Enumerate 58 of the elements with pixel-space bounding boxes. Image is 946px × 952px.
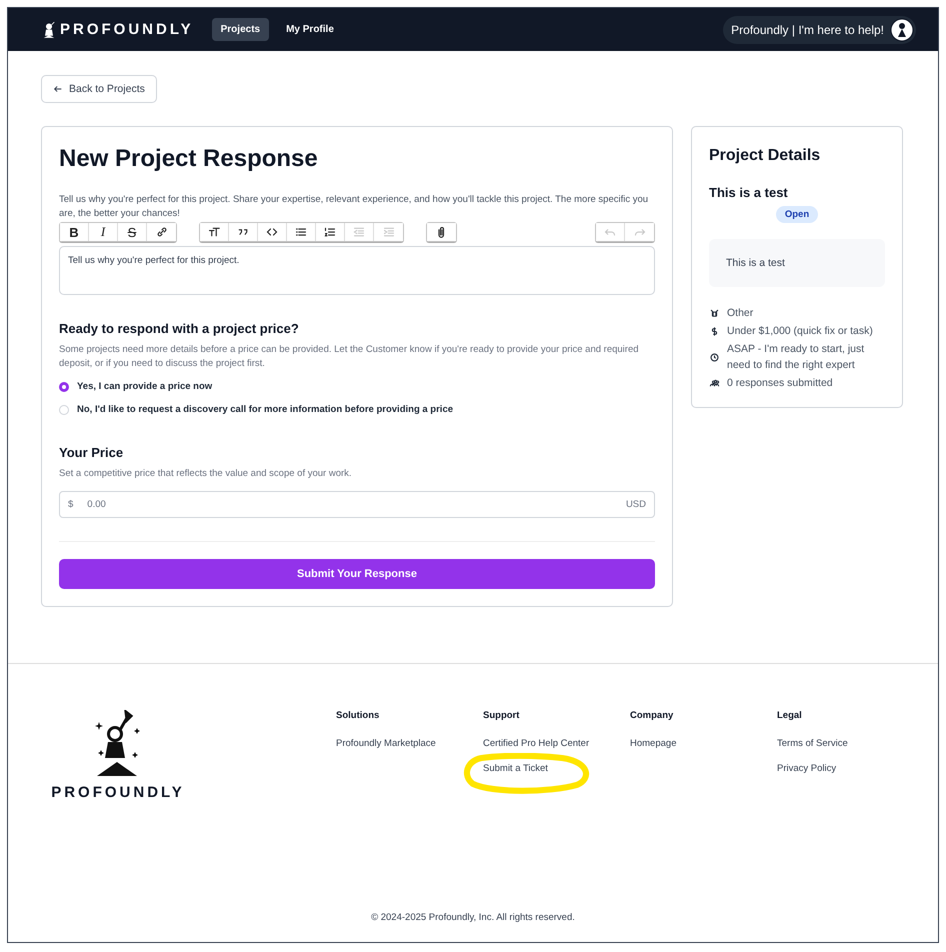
undo-icon xyxy=(604,226,616,238)
back-button[interactable]: Back to Projects xyxy=(41,75,157,103)
status-badge: Open xyxy=(776,206,818,223)
dollar-icon xyxy=(709,326,720,336)
detail-text: Other xyxy=(727,306,754,321)
submit-button[interactable]: Submit Your Response xyxy=(59,559,655,589)
link-icon xyxy=(156,226,168,238)
mascot-logo-icon xyxy=(42,20,56,38)
footer-link[interactable]: Submit a Ticket xyxy=(483,763,630,774)
radio-label[interactable]: No, I'd like to request a discovery call for more information before providing a price xyxy=(77,404,454,415)
nav-tab[interactable]: My Profile xyxy=(277,18,343,41)
project-description: This is a test xyxy=(726,257,785,269)
response-field[interactable]: Tell us why you're perfect for this project. xyxy=(59,246,655,295)
people-icon xyxy=(709,378,720,388)
intro-text: Tell us why you're perfect for this project. Share your expertise, relevant experience, and how you'll tackle this project. The more specific you are, the better your chances! xyxy=(59,193,650,221)
section-title: Your Price xyxy=(59,445,124,460)
format-button[interactable]: B xyxy=(60,223,89,241)
quote-icon xyxy=(237,226,249,238)
footer-link[interactable]: Homepage xyxy=(630,738,777,749)
footer-link[interactable]: Privacy Policy xyxy=(777,763,924,774)
page-title: New Project Response xyxy=(59,145,319,173)
bullets-icon xyxy=(295,226,307,238)
footer-heading: Solutions xyxy=(336,710,380,721)
indent-icon xyxy=(382,226,394,238)
footer-link[interactable]: Certified Pro Help Center xyxy=(483,738,630,749)
detail-text: 0 responses submitted xyxy=(727,376,833,391)
footer-heading: Support xyxy=(483,710,520,721)
format-button[interactable] xyxy=(200,223,229,241)
logo-text[interactable]: PROFOUNDLY xyxy=(60,21,194,38)
price-field[interactable]: $ 0.00 USD xyxy=(59,491,655,518)
footer-link[interactable]: Terms of Service xyxy=(777,738,924,749)
clock-icon xyxy=(709,352,720,362)
arrow-left-icon xyxy=(53,84,63,94)
help-button[interactable]: Profoundly | I'm here to help! xyxy=(723,16,916,44)
outdent-icon xyxy=(353,226,365,238)
footer-link[interactable]: Profoundly Marketplace xyxy=(336,738,483,749)
category-icon xyxy=(709,308,720,318)
copyright-text: © 2024-2025 Profoundly, Inc. All rights reserved. xyxy=(370,911,576,925)
logo-text: PROFOUNDLY xyxy=(51,784,185,801)
section-description: Some projects need more details before a price can be provided. Let the Customer know if you're ready to provide your price and required deposit, or if you need to discuss the project first. xyxy=(59,343,640,371)
detail-text: ASAP - I'm ready to start, just need to find the right expert xyxy=(727,342,866,373)
redo-icon xyxy=(634,226,646,238)
avatar-icon xyxy=(890,18,914,42)
numbers-icon xyxy=(324,226,336,238)
footer-heading: Legal xyxy=(777,710,803,721)
section-description: Set a competitive price that reflects the value and scope of your work. xyxy=(59,467,353,481)
project-title: This is a test xyxy=(709,185,789,200)
currency-symbol: $ xyxy=(68,499,74,510)
heading-icon xyxy=(208,226,220,238)
nav-tab[interactable]: Projects xyxy=(212,18,270,41)
code-icon xyxy=(266,226,278,238)
currency-code: USD xyxy=(626,499,646,510)
section-title: Ready to respond with a project price? xyxy=(59,321,300,336)
details-title: Project Details xyxy=(709,147,822,165)
radio-button[interactable] xyxy=(59,382,69,392)
detail-text: Under $1,000 (quick fix or task) xyxy=(727,324,873,339)
footer-heading: Company xyxy=(630,710,674,721)
radio-label[interactable]: Yes, I can provide a price now xyxy=(77,381,212,392)
